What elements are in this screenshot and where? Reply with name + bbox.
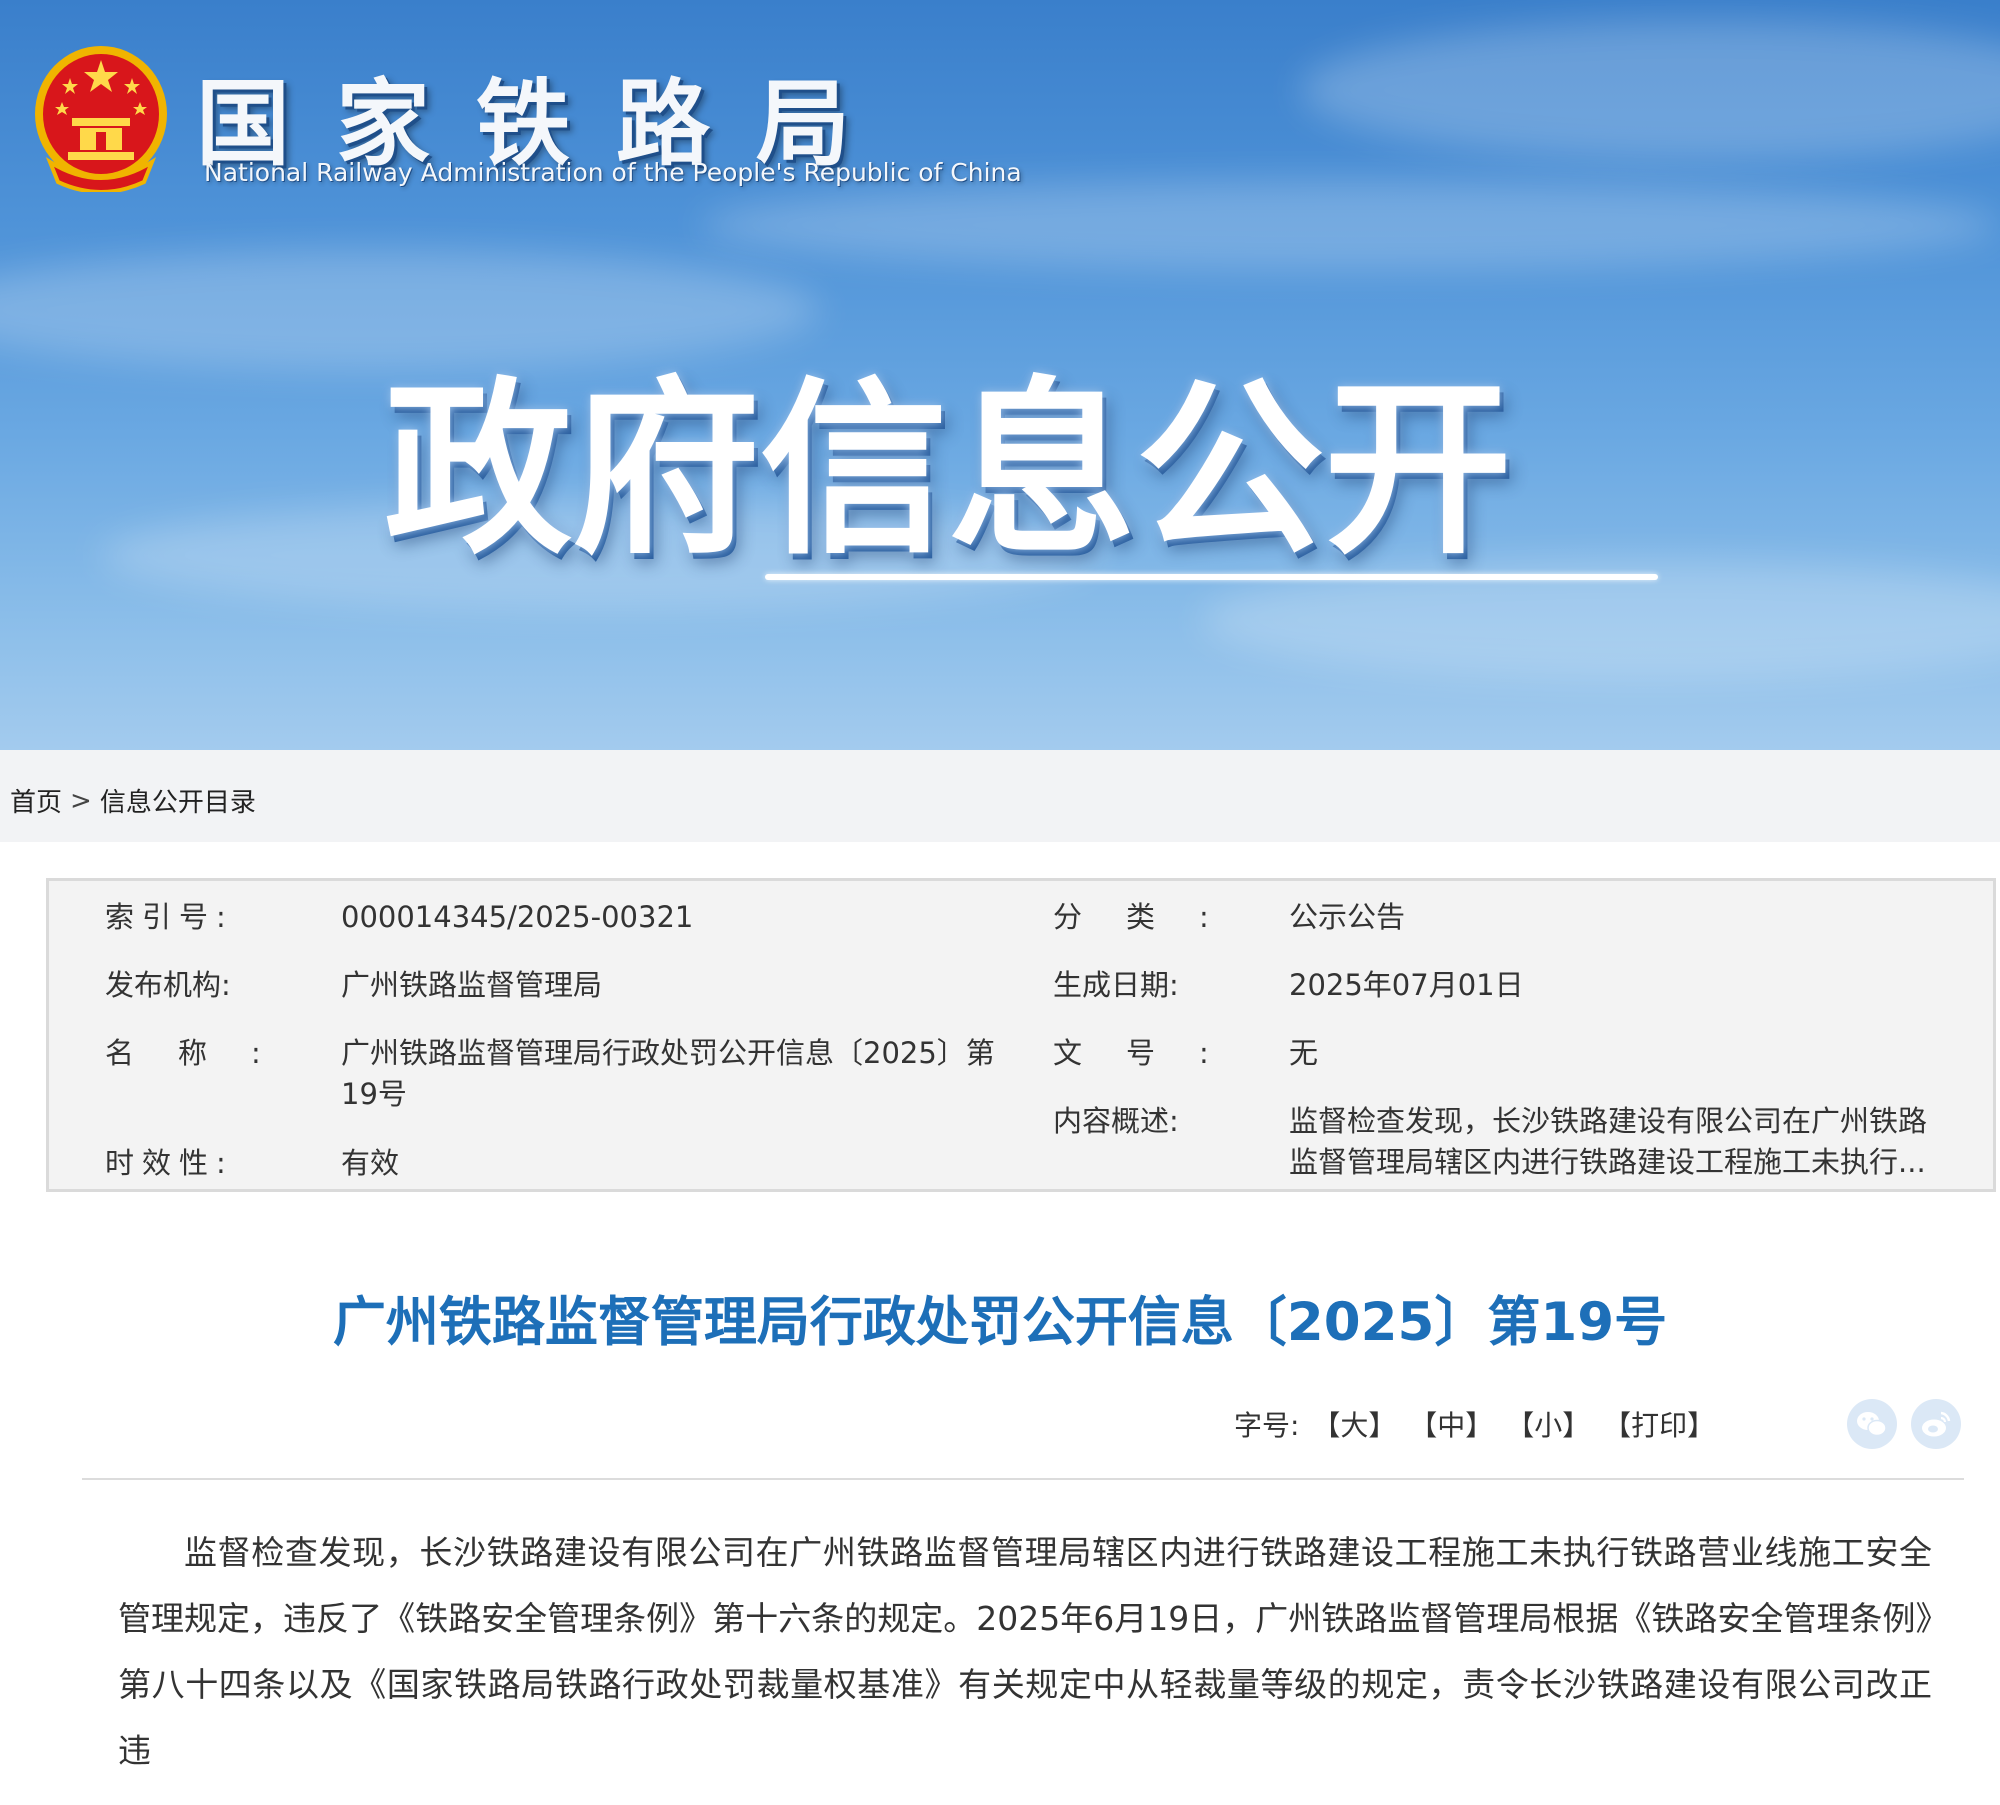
- info-table: 索引号: 000014345/2025-00321 分类: 公示公告 发布机构:…: [46, 878, 1996, 1192]
- summary-label: 内容概述:: [1053, 1104, 1179, 1138]
- font-size-toolbar: 字号: 【大】 【中】 【小】 【打印】: [1234, 1404, 1719, 1444]
- category-value: 公示公告: [1289, 900, 1406, 934]
- name-label: 名称:: [105, 1036, 305, 1070]
- banner-title: 政府信息公开: [384, 361, 1512, 580]
- font-size-label: 字号:: [1234, 1409, 1300, 1442]
- weibo-icon: [1922, 1411, 1951, 1437]
- weibo-share-button[interactable]: [1911, 1399, 1961, 1449]
- header-banner: 国家铁路局 National Railway Administration of…: [0, 0, 2000, 750]
- date-value: 2025年07月01日: [1289, 968, 1524, 1002]
- breadcrumb: 首页 > 信息公开目录: [10, 782, 256, 819]
- font-small-button[interactable]: 【小】: [1506, 1409, 1590, 1442]
- font-medium-button[interactable]: 【中】: [1409, 1409, 1493, 1442]
- wechat-share-button[interactable]: [1847, 1399, 1897, 1449]
- breadcrumb-separator: >: [70, 785, 92, 816]
- print-button[interactable]: 【打印】: [1603, 1409, 1715, 1442]
- doc-no-value: 无: [1289, 1036, 1319, 1070]
- breadcrumb-bar: [0, 750, 2000, 842]
- title-divider: [82, 1478, 1964, 1480]
- org-name-en: National Railway Administration of the P…: [204, 158, 1022, 187]
- name-value: 广州铁路监督管理局行政处罚公开信息〔2025〕第19号: [341, 1036, 995, 1111]
- breadcrumb-home-link[interactable]: 首页: [10, 788, 62, 818]
- article-body: 监督检查发现，长沙铁路建设有限公司在广州铁路监督管理局辖区内进行铁路建设工程施工…: [118, 1533, 1932, 1770]
- wechat-icon: [1857, 1412, 1887, 1437]
- article-title: 广州铁路监督管理局行政处罚公开信息〔2025〕第19号: [332, 1292, 1668, 1353]
- doc-no-label: 文号:: [1053, 1036, 1253, 1070]
- publisher-value: 广州铁路监督管理局: [341, 968, 603, 1002]
- validity-label: 时效性:: [105, 1146, 234, 1180]
- index-label: 索引号:: [105, 900, 234, 934]
- banner-underline: [765, 574, 1658, 580]
- validity-value: 有效: [341, 1146, 400, 1180]
- breadcrumb-current-link[interactable]: 信息公开目录: [100, 788, 256, 818]
- font-large-button[interactable]: 【大】: [1312, 1409, 1396, 1442]
- publisher-label: 发布机构:: [105, 968, 231, 1002]
- category-label: 分类:: [1053, 900, 1253, 934]
- national-emblem-icon[interactable]: [32, 44, 170, 192]
- date-label: 生成日期:: [1053, 968, 1179, 1002]
- index-value: 000014345/2025-00321: [341, 900, 694, 934]
- summary-value: 监督检查发现，长沙铁路建设有限公司在广州铁路监督管理局辖区内进行铁路建设工程施工…: [1289, 1104, 1928, 1179]
